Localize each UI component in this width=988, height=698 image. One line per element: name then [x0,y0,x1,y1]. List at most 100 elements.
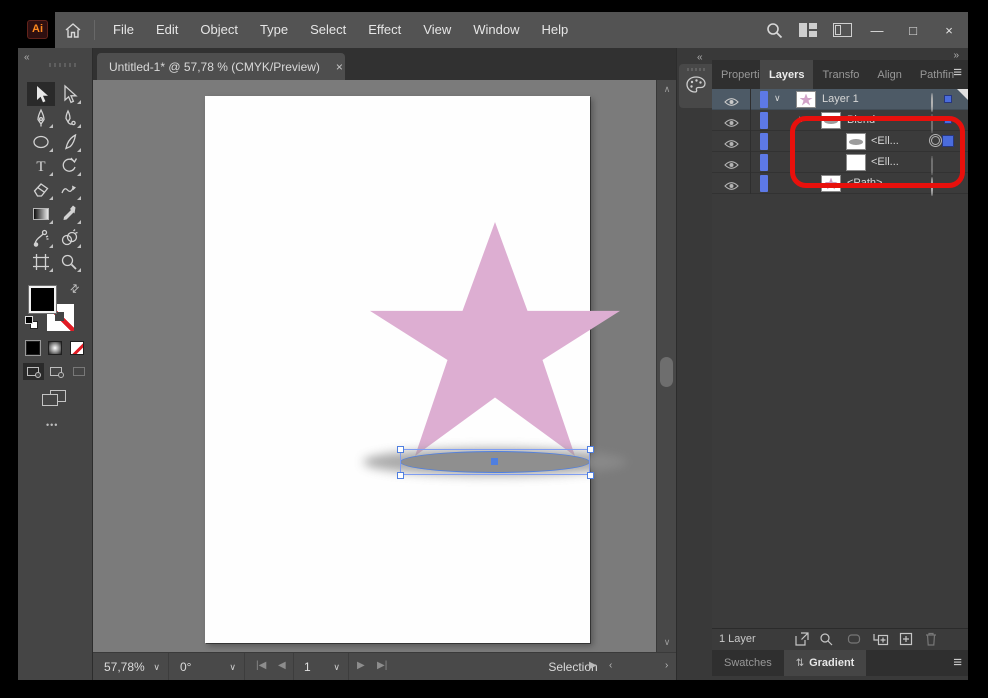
tab-gradient-label: Gradient [809,657,855,669]
gradient-panel-menu-icon[interactable]: ≡ [953,654,962,671]
change-screen-mode-button[interactable] [42,390,68,410]
tab-swatches[interactable]: Swatches [712,650,784,676]
status-play-icon[interactable]: ▶ [589,660,597,671]
curvature-tool[interactable] [55,106,83,130]
layer-color-bar [760,133,768,150]
chevron-down-icon[interactable]: ∨ [774,93,781,104]
selection-handle-br[interactable] [586,471,594,479]
ellipse-tool[interactable] [27,130,55,154]
artboard[interactable] [205,96,627,643]
workspace-switcher-icon[interactable] [794,17,822,43]
scroll-up-icon[interactable]: ∧ [657,84,677,95]
menu-select[interactable]: Select [299,12,357,48]
menu-effect[interactable]: Effect [357,12,412,48]
layer-row-layer1[interactable]: ∨ Layer 1 [712,89,968,112]
shape-builder-tool[interactable] [55,226,83,250]
gradient-tool[interactable] [27,202,55,226]
toolbar-collapse-icon[interactable]: « [24,52,29,63]
hscroll-left-icon[interactable]: ‹ [609,660,612,671]
new-layer-icon[interactable] [899,632,913,651]
document-title: Untitled-1* @ 57,78 % (CMYK/Preview) [109,59,320,74]
delete-layer-icon[interactable] [925,632,937,651]
canvas-viewport[interactable] [93,80,656,652]
annotation-highlight [790,116,965,188]
next-artboard-icon[interactable]: ▶ [357,660,365,671]
last-artboard-icon[interactable]: ▶| [377,660,387,671]
menu-edit[interactable]: Edit [145,12,189,48]
fill-color-swatch[interactable] [28,285,57,314]
document-tab-bar: Untitled-1* @ 57,78 % (CMYK/Preview) × [93,48,676,80]
star-shape[interactable] [370,222,620,456]
tab-layers[interactable]: Layers [760,60,814,89]
arrange-documents-icon[interactable] [828,17,856,43]
tab-close-icon[interactable]: × [330,60,349,74]
edit-toolbar-icon[interactable]: ••• [46,420,58,430]
symbol-sprayer-tool[interactable] [27,226,55,250]
draw-behind-button[interactable] [46,363,67,380]
rotate-tool[interactable] [55,154,83,178]
zoom-level-dropdown[interactable]: 57,78% ∨ [93,653,169,681]
scroll-down-icon[interactable]: ∨ [657,637,677,648]
tab-align[interactable]: Align [868,60,910,89]
menu-type[interactable]: Type [249,12,299,48]
drawing-modes-row [23,363,89,380]
locate-object-icon[interactable] [819,632,833,651]
toolbar-grip[interactable] [49,63,79,67]
artboard-number-dropdown[interactable]: 1 ∨ [293,653,349,681]
gradient-button[interactable] [48,341,62,355]
strip-expand-icon[interactable]: « [697,52,702,63]
minimize-button[interactable]: — [862,17,892,43]
previous-artboard-icon[interactable]: ◀ [278,660,286,671]
color-panel-collapsed-tab[interactable] [679,64,713,108]
eraser-tool[interactable] [27,178,55,202]
none-button[interactable] [70,341,84,355]
vertical-scrollbar[interactable]: ∧ ∨ [656,80,676,652]
color-palette-icon [686,76,706,99]
maximize-button[interactable]: □ [898,17,928,43]
menu-object[interactable]: Object [189,12,249,48]
menu-file[interactable]: File [102,12,145,48]
artboard-tool[interactable] [27,250,55,274]
new-sublayer-icon[interactable] [873,632,889,651]
selection-center-anchor[interactable] [491,458,498,465]
zoom-tool[interactable] [55,250,83,274]
color-button[interactable] [25,340,41,356]
draw-inside-button[interactable] [68,363,89,380]
panel-menu-icon[interactable]: ≡ [953,64,962,81]
eyedropper-tool[interactable] [55,202,83,226]
close-button[interactable]: × [934,17,964,43]
default-fill-stroke-icon[interactable] [25,316,39,330]
tab-transform[interactable]: Transfo [813,60,868,89]
status-bar: 57,78% ∨ 0° ∨ |◀ ◀ 1 ∨ ▶ ▶| Selection ▶ … [93,652,676,681]
selection-color-chip[interactable] [944,95,952,103]
selection-handle-tr[interactable] [586,445,594,453]
menu-window[interactable]: Window [462,12,530,48]
vertical-scrollbar-thumb[interactable] [660,357,673,387]
first-artboard-icon[interactable]: |◀ [256,660,266,671]
collect-for-export-icon[interactable] [795,632,809,651]
hscroll-right-icon[interactable]: › [665,660,668,671]
illustrator-app-icon[interactable]: Ai [27,20,48,39]
shaper-tool[interactable] [55,178,83,202]
selection-handle-tl[interactable] [396,445,404,453]
menu-help[interactable]: Help [530,12,579,48]
direct-selection-tool[interactable] [55,82,83,106]
document-tab[interactable]: Untitled-1* @ 57,78 % (CMYK/Preview) × [97,53,345,80]
pen-tool[interactable] [27,106,55,130]
draw-normal-button[interactable] [23,363,44,380]
type-tool[interactable]: T [27,154,55,178]
visibility-eye-icon[interactable] [724,178,739,196]
menu-view[interactable]: View [412,12,462,48]
home-icon[interactable] [60,18,86,42]
make-clipping-mask-icon[interactable] [847,632,861,651]
search-icon[interactable] [760,17,788,43]
paintbrush-tool[interactable] [55,130,83,154]
rotation-dropdown[interactable]: 0° ∨ [169,653,245,681]
tab-gradient[interactable]: ⇅ Gradient [783,650,867,676]
swap-fill-stroke-icon[interactable]: ⇄ [67,281,82,296]
selection-tool[interactable] [27,82,55,106]
layer-thumbnail[interactable] [796,91,816,108]
selection-handle-bl[interactable] [396,471,404,479]
layer-name[interactable]: Layer 1 [822,93,859,105]
tab-properties[interactable]: Properti [712,60,760,89]
